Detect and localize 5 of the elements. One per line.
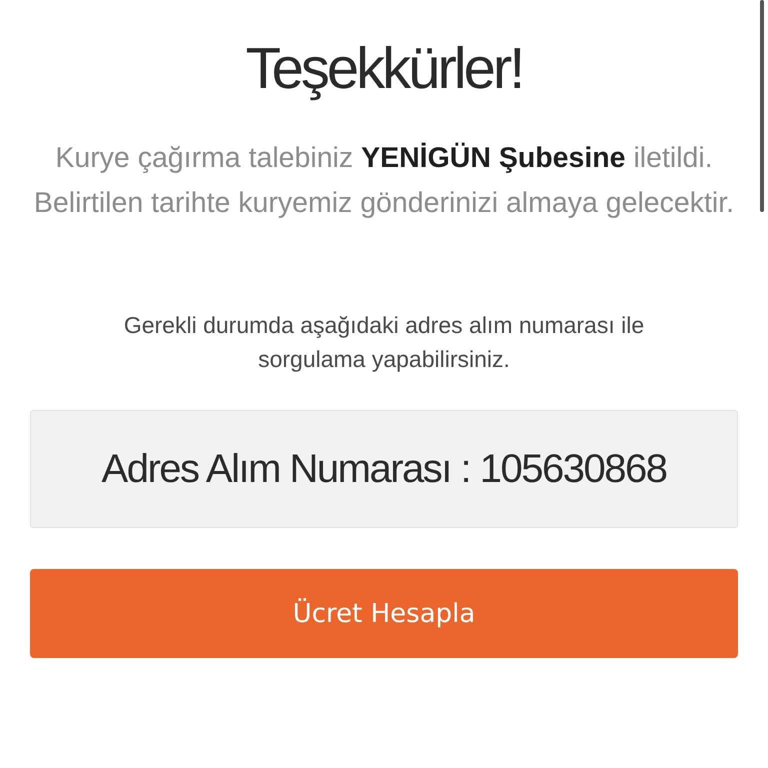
confirmation-message: Kurye çağırma talebiniz YENİGÜN Şubesine iletildi. Belirtilen tarihte kuryemiz gönderinizi almaya gelecektir.: [32, 141, 736, 221]
thank-you-title: Teşekkürler!: [246, 35, 522, 103]
hint-text: Gerekli durumda aşağıdaki adres alım numarası ile sorgulama yapabilirsiniz.: [122, 311, 646, 374]
reference-number: Adres Alım Numarası : 105630868: [102, 446, 666, 492]
calculate-fee-button[interactable]: Ücret Hesapla: [30, 569, 738, 658]
